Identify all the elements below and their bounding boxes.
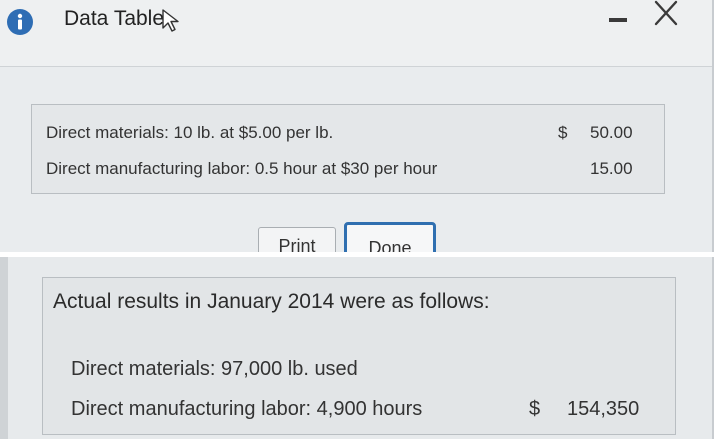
actual-results-panel: Actual results in January 2014 were as f… [0, 257, 714, 439]
dialog-title: Data Table [64, 7, 165, 30]
result-amount: 154,350 [567, 398, 640, 420]
close-icon[interactable] [648, 0, 684, 30]
data-table-dialog: Data Table Direct materials: 10 lb. at $… [0, 0, 714, 252]
row-amount: 50.00 [590, 123, 633, 142]
data-table: Direct materials: 10 lb. at $5.00 per lb… [31, 104, 665, 194]
title-bar: Data Table [0, 0, 712, 67]
currency-symbol: $ [529, 398, 541, 420]
row-amount: 15.00 [590, 159, 633, 178]
cursor-icon [160, 8, 182, 34]
done-button[interactable]: Done [344, 222, 436, 252]
print-button[interactable]: Print [258, 227, 336, 252]
minimize-icon[interactable] [605, 4, 631, 30]
currency-symbol: $ [558, 123, 568, 142]
row-label: Direct materials: 10 lb. at $5.00 per lb… [46, 123, 334, 142]
screenshot-stage: Data Table Direct materials: 10 lb. at $… [0, 0, 724, 439]
result-label: Direct materials: 97,000 lb. used [71, 358, 358, 380]
info-icon [6, 8, 34, 36]
result-label: Direct manufacturing labor: 4,900 hours [71, 398, 423, 420]
actual-results-box: Actual results in January 2014 were as f… [42, 277, 676, 435]
results-heading: Actual results in January 2014 were as f… [53, 290, 490, 313]
row-label: Direct manufacturing labor: 0.5 hour at … [46, 159, 438, 178]
